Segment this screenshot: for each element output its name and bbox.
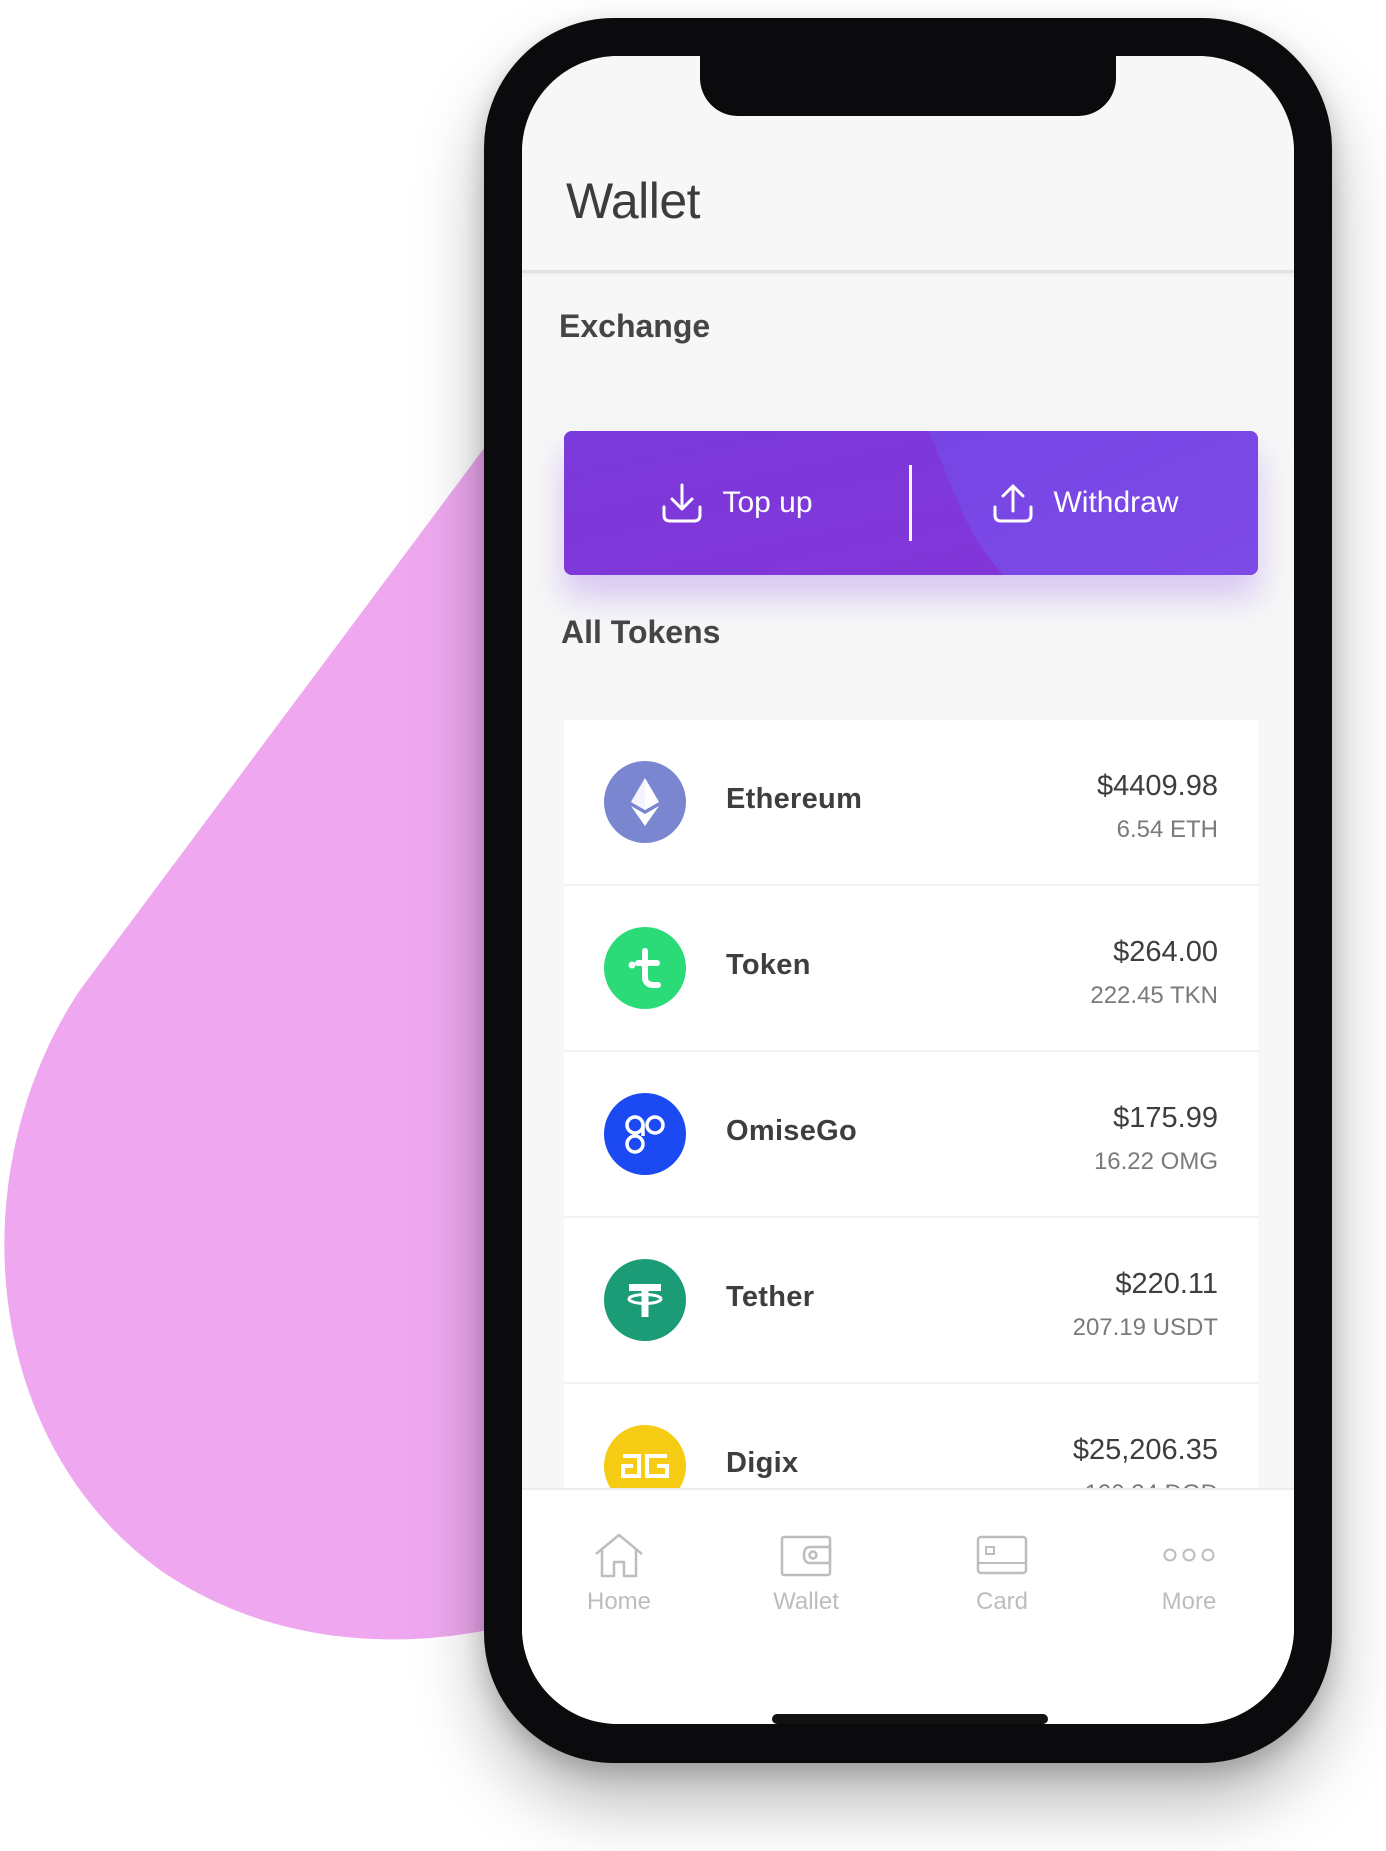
- all-tokens-section-title: All Tokens: [561, 614, 721, 650]
- token-list: Ethereum $4409.98 6.54 ETH Token $264.00: [564, 720, 1258, 1560]
- tab-card[interactable]: Card: [927, 1530, 1077, 1616]
- tab-wallet-label: Wallet: [773, 1588, 839, 1615]
- top-up-button[interactable]: Top up: [564, 431, 909, 575]
- home-indicator: [772, 1714, 1048, 1724]
- token-name: Digix: [726, 1447, 799, 1479]
- token-usd-value: $220.11: [1115, 1268, 1218, 1300]
- token-name: Token: [726, 949, 811, 981]
- tab-bar: Home Wallet Card More: [522, 1488, 1294, 1724]
- token-row-omisego[interactable]: OmiseGo $175.99 16.22 OMG: [564, 1052, 1258, 1218]
- upload-icon: [991, 481, 1035, 525]
- token-amount: 16.22 OMG: [1093, 1148, 1218, 1175]
- token-row-token[interactable]: Token $264.00 222.45 TKN: [564, 886, 1258, 1052]
- exchange-section-title: Exchange: [559, 308, 711, 344]
- token-usd-value: $4409.98: [1097, 770, 1218, 802]
- exchange-card: Top up Withdraw: [564, 431, 1258, 575]
- canvas: Wallet Exchange Top up Withdraw All Toke…: [0, 0, 1386, 1851]
- top-up-label: Top up: [722, 486, 813, 519]
- wallet-icon: [780, 1530, 832, 1580]
- token-usd-value: $264.00: [1113, 936, 1218, 968]
- phone-screen: Wallet Exchange Top up Withdraw All Toke…: [522, 56, 1294, 1724]
- page-title: Wallet: [566, 173, 701, 229]
- token-name: OmiseGo: [726, 1115, 858, 1147]
- token-usd-value: $175.99: [1113, 1102, 1218, 1134]
- withdraw-button[interactable]: Withdraw: [912, 431, 1258, 575]
- token-amount: 207.19 USDT: [1072, 1314, 1218, 1341]
- home-icon: [592, 1530, 646, 1580]
- tab-more[interactable]: More: [1114, 1530, 1264, 1616]
- tab-home-label: Home: [586, 1588, 652, 1615]
- token-name: Ethereum: [726, 783, 863, 815]
- token-usd-value: $25,206.35: [1072, 1434, 1218, 1466]
- phone-frame: Wallet Exchange Top up Withdraw All Toke…: [484, 18, 1332, 1763]
- token-row-tether[interactable]: Tether $220.11 207.19 USDT: [564, 1218, 1258, 1384]
- token-amount: 222.45 TKN: [1090, 982, 1218, 1009]
- token-row-ethereum[interactable]: Ethereum $4409.98 6.54 ETH: [564, 720, 1258, 886]
- withdraw-label: Withdraw: [1053, 486, 1179, 519]
- phone-notch: [700, 56, 1116, 116]
- token-icon: [604, 927, 686, 1009]
- tab-card-label: Card: [975, 1588, 1029, 1615]
- tab-home[interactable]: Home: [544, 1530, 694, 1616]
- omisego-icon: [604, 1093, 686, 1175]
- download-icon: [660, 481, 704, 525]
- card-icon: [976, 1530, 1028, 1580]
- more-icon: [1162, 1530, 1216, 1580]
- token-name: Tether: [726, 1281, 815, 1313]
- ethereum-icon: [604, 761, 686, 843]
- token-amount: 6.54 ETH: [1116, 816, 1218, 843]
- tether-icon: [604, 1259, 686, 1341]
- tab-wallet[interactable]: Wallet: [731, 1530, 881, 1616]
- tab-more-label: More: [1161, 1588, 1217, 1615]
